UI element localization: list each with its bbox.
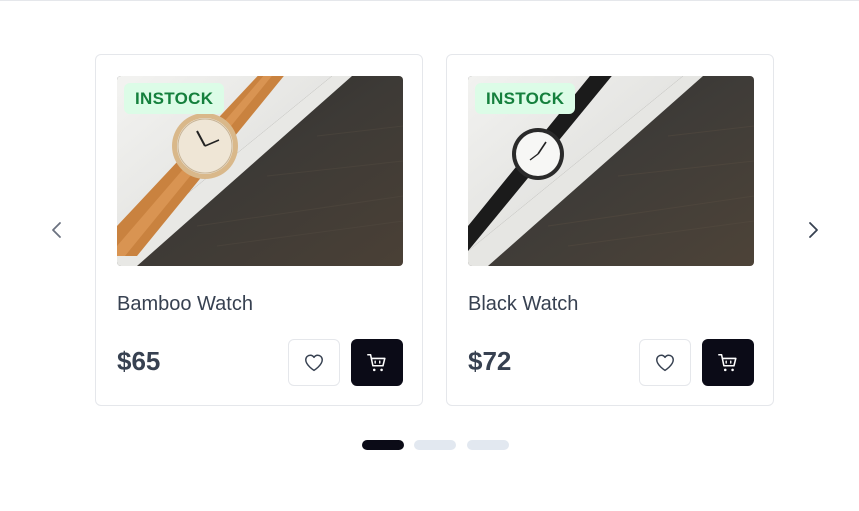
add-to-cart-button[interactable] bbox=[351, 339, 403, 386]
add-to-favorites-button[interactable] bbox=[288, 339, 340, 386]
chevron-right-icon bbox=[809, 222, 818, 238]
stock-badge: INSTOCK bbox=[475, 83, 576, 114]
product-price: $72 bbox=[468, 346, 512, 376]
carousel-dot-1[interactable] bbox=[362, 440, 404, 450]
add-to-cart-button[interactable] bbox=[702, 339, 754, 386]
heart-icon bbox=[305, 353, 323, 371]
carousel-dot-2[interactable] bbox=[414, 440, 456, 450]
top-divider bbox=[0, 0, 859, 1]
product-name[interactable]: Black Watch bbox=[468, 291, 578, 317]
carousel-dot-3[interactable] bbox=[467, 440, 509, 450]
product-card: INSTOCK Bamboo Watch $65 bbox=[95, 54, 423, 406]
heart-icon bbox=[656, 353, 674, 371]
chevron-left-icon bbox=[52, 222, 61, 238]
add-to-favorites-button[interactable] bbox=[639, 339, 691, 386]
product-name[interactable]: Bamboo Watch bbox=[117, 291, 253, 317]
shopping-cart-icon bbox=[367, 353, 386, 371]
stock-badge: INSTOCK bbox=[124, 83, 225, 114]
product-image[interactable]: INSTOCK bbox=[468, 76, 754, 266]
carousel-prev-button[interactable] bbox=[41, 214, 73, 246]
shopping-cart-icon bbox=[718, 353, 737, 371]
carousel-next-button[interactable] bbox=[797, 214, 829, 246]
product-card: INSTOCK Black Watch $72 bbox=[446, 54, 774, 406]
product-image[interactable]: INSTOCK bbox=[117, 76, 403, 266]
product-price: $65 bbox=[117, 346, 161, 376]
